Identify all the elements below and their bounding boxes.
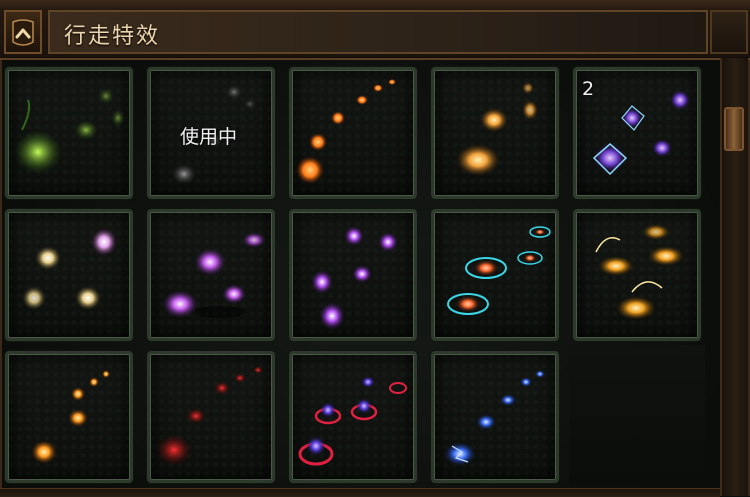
cyan-ring-icon (447, 226, 551, 315)
effect-slot-golden-spark[interactable] (572, 208, 702, 342)
effect-slot-ember[interactable] (4, 350, 134, 484)
effect-slot-grey-smoke[interactable]: 使用中 (146, 66, 276, 200)
light-orb-icon (22, 228, 117, 310)
purple-crystal-icon (592, 90, 690, 176)
effect-slot-red-dust[interactable] (146, 350, 276, 484)
effect-slot-blue-lightning[interactable] (430, 350, 560, 484)
panel-title: 行走特效 (64, 24, 161, 49)
scrollbar-thumb[interactable] (724, 107, 744, 151)
orange-flame-icon (296, 79, 396, 184)
effect-slot-purple-crystal[interactable]: 2 (572, 66, 702, 200)
chevron-up-icon (12, 19, 34, 46)
ember-icon (31, 370, 110, 464)
effect-slot-purple-blossom[interactable] (146, 208, 276, 342)
in-use-label: 使用中 (180, 126, 238, 148)
collapse-button[interactable] (4, 10, 42, 54)
effect-slot-orange-flame[interactable] (288, 66, 418, 200)
violet-petal-icon (311, 226, 398, 330)
blue-lightning-icon (444, 370, 545, 466)
effect-slot-cyan-ring[interactable] (430, 208, 560, 342)
red-dust-icon (156, 366, 263, 466)
green-wisp-icon (14, 88, 125, 174)
header-corner (710, 10, 748, 54)
effect-slot-crimson-vortex[interactable] (288, 350, 418, 484)
effect-slot-golden-burst[interactable] (430, 66, 560, 200)
golden-spark-icon (595, 224, 684, 320)
effect-slot-light-orb[interactable] (4, 208, 134, 342)
purple-blossom-icon (162, 232, 266, 318)
effect-slot-green-wisp[interactable] (4, 66, 134, 200)
count-badge: 2 (582, 78, 595, 100)
effect-slot-violet-petal[interactable] (288, 208, 418, 342)
empty-slot-area (569, 345, 705, 485)
crimson-vortex-icon (298, 376, 407, 466)
golden-burst-icon (456, 82, 538, 176)
